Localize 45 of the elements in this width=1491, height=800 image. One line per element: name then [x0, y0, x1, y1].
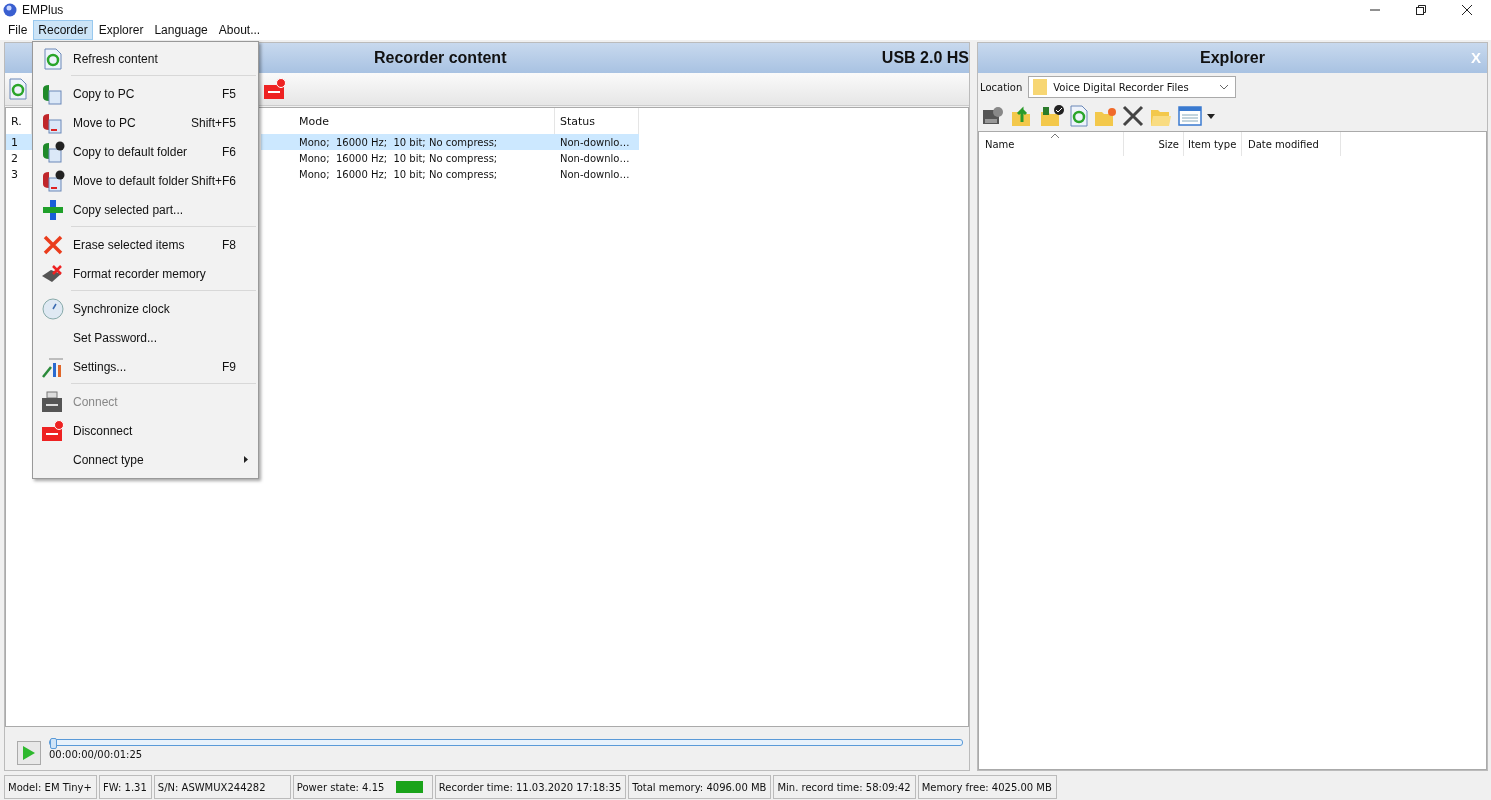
- table-cell-text: 2: [10, 150, 19, 166]
- panel-title: Explorer: [1200, 49, 1265, 67]
- connection-label: USB 2.0 HS: [881, 49, 969, 67]
- menu-item[interactable]: Set Password...: [33, 323, 258, 352]
- menu-item[interactable]: File: [3, 20, 33, 40]
- panel-title: Recorder content: [374, 49, 507, 67]
- menu-item[interactable]: Explorer: [93, 20, 149, 40]
- table-cell-text: Non-downlo…: [559, 151, 631, 166]
- menu-item[interactable]: Format recorder memory: [33, 259, 258, 288]
- menu-item[interactable]: About...: [213, 20, 266, 40]
- status-text: Min. record time: 58:09:42: [777, 781, 911, 793]
- menu-item[interactable]: Synchronize clock: [33, 294, 258, 323]
- menu-item[interactable]: Settings... F9: [33, 352, 258, 381]
- column-header[interactable]: Size: [1124, 132, 1184, 156]
- table-cell-text: 3: [10, 166, 19, 182]
- menu-item[interactable]: Connect type: [33, 445, 258, 474]
- table-cell-text: Mono; 16000 Hz; 10 bit; No compress;: [298, 167, 499, 182]
- column-header[interactable]: Date modified: [1242, 132, 1341, 156]
- table-cell-text: Mono; 16000 Hz; 10 bit; No compress;: [298, 151, 499, 166]
- status-text: Model: EM Tiny+: [8, 781, 92, 793]
- location-dropdown[interactable]: Voice Digital Recorder Files: [1028, 76, 1237, 98]
- column-header[interactable]: Item type: [1184, 132, 1242, 156]
- table-cell: 1: [6, 134, 32, 150]
- status-text: S/N: ASWMUX244282: [157, 781, 266, 793]
- menu-item[interactable]: Refresh content: [33, 44, 258, 73]
- menu-item[interactable]: Disconnect: [33, 416, 258, 445]
- status-text: Power state: 4.15: [296, 781, 385, 793]
- menu-item[interactable]: Language: [149, 20, 213, 40]
- status-text: FW: 1.31: [102, 781, 147, 793]
- menu-item[interactable]: Copy selected part...: [33, 195, 258, 224]
- window-title: EMPlus: [22, 3, 64, 17]
- status-text: Total memory: 4096.00 MB: [632, 781, 767, 793]
- menu-item[interactable]: Erase selected items F8: [33, 230, 258, 259]
- status-text: Memory free: 4025.00 MB: [921, 781, 1052, 793]
- column-header[interactable]: Name: [979, 132, 1124, 156]
- menu-item[interactable]: Recorder: [33, 20, 93, 40]
- menu-item[interactable]: Copy to default folder F6: [33, 137, 258, 166]
- playback-time: 00:00:00/00:01:25: [49, 748, 144, 760]
- status-text: Recorder time: 11.03.2020 17:18:35: [438, 781, 622, 793]
- menu-item[interactable]: Move to PC Shift+F5: [33, 108, 258, 137]
- table-cell-text: Non-downlo…: [559, 167, 631, 182]
- table-cell: Mono; 16000 Hz; 10 bit; No compress;: [261, 134, 555, 150]
- location-label: Location: [980, 81, 1023, 93]
- menu-item[interactable]: Move to default folder Shift+F6: [33, 166, 258, 195]
- table-cell: Non-downlo…: [555, 134, 639, 150]
